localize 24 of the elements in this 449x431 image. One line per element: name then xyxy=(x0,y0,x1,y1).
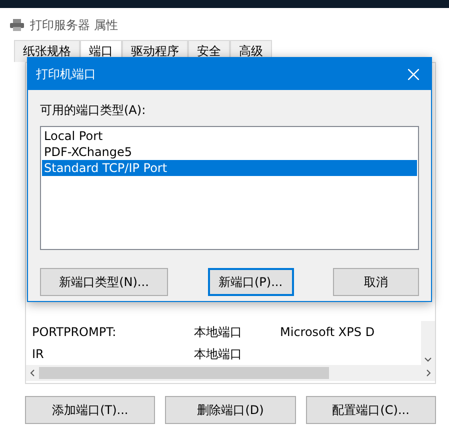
table-cell-text: Microsoft XPS D xyxy=(280,325,376,339)
port-type-list[interactable]: Local Port PDF-XChange5 Standard TCP/IP Port xyxy=(40,126,419,250)
dialog-button[interactable]: 新端口(P)... xyxy=(208,268,294,296)
list-item[interactable]: Local Port xyxy=(42,128,417,144)
window-title: 打印服务器 属性 xyxy=(30,16,118,34)
port-types-label: 可用的端口类型(A): xyxy=(40,102,147,119)
printer-icon xyxy=(10,19,24,31)
close-icon[interactable] xyxy=(408,68,419,80)
port-button[interactable]: 配置端口(C)... xyxy=(306,396,436,424)
table-cell-text: IR xyxy=(32,347,45,361)
vertical-scrollbar[interactable] xyxy=(421,321,435,365)
table-cell-text: PORTPROMPT: xyxy=(32,325,118,339)
scroll-right-icon[interactable] xyxy=(426,368,432,378)
list-item[interactable]: PDF-XChange5 xyxy=(42,144,417,160)
scroll-left-icon[interactable] xyxy=(29,368,35,378)
list-item[interactable]: Standard TCP/IP Port xyxy=(42,160,417,176)
port-button[interactable]: 删除端口(D) xyxy=(165,396,296,424)
dialog-button[interactable]: 取消 xyxy=(333,268,419,296)
dialog-button[interactable]: 新端口类型(N)... xyxy=(40,268,168,296)
table-cell-text: 本地端口 xyxy=(194,324,243,340)
dialog-title: 打印机端口 xyxy=(36,66,96,82)
port-button[interactable]: 添加端口(T)... xyxy=(25,396,156,424)
horizontal-scrollbar[interactable] xyxy=(26,365,435,381)
table-cell-text: 本地端口 xyxy=(194,346,243,362)
